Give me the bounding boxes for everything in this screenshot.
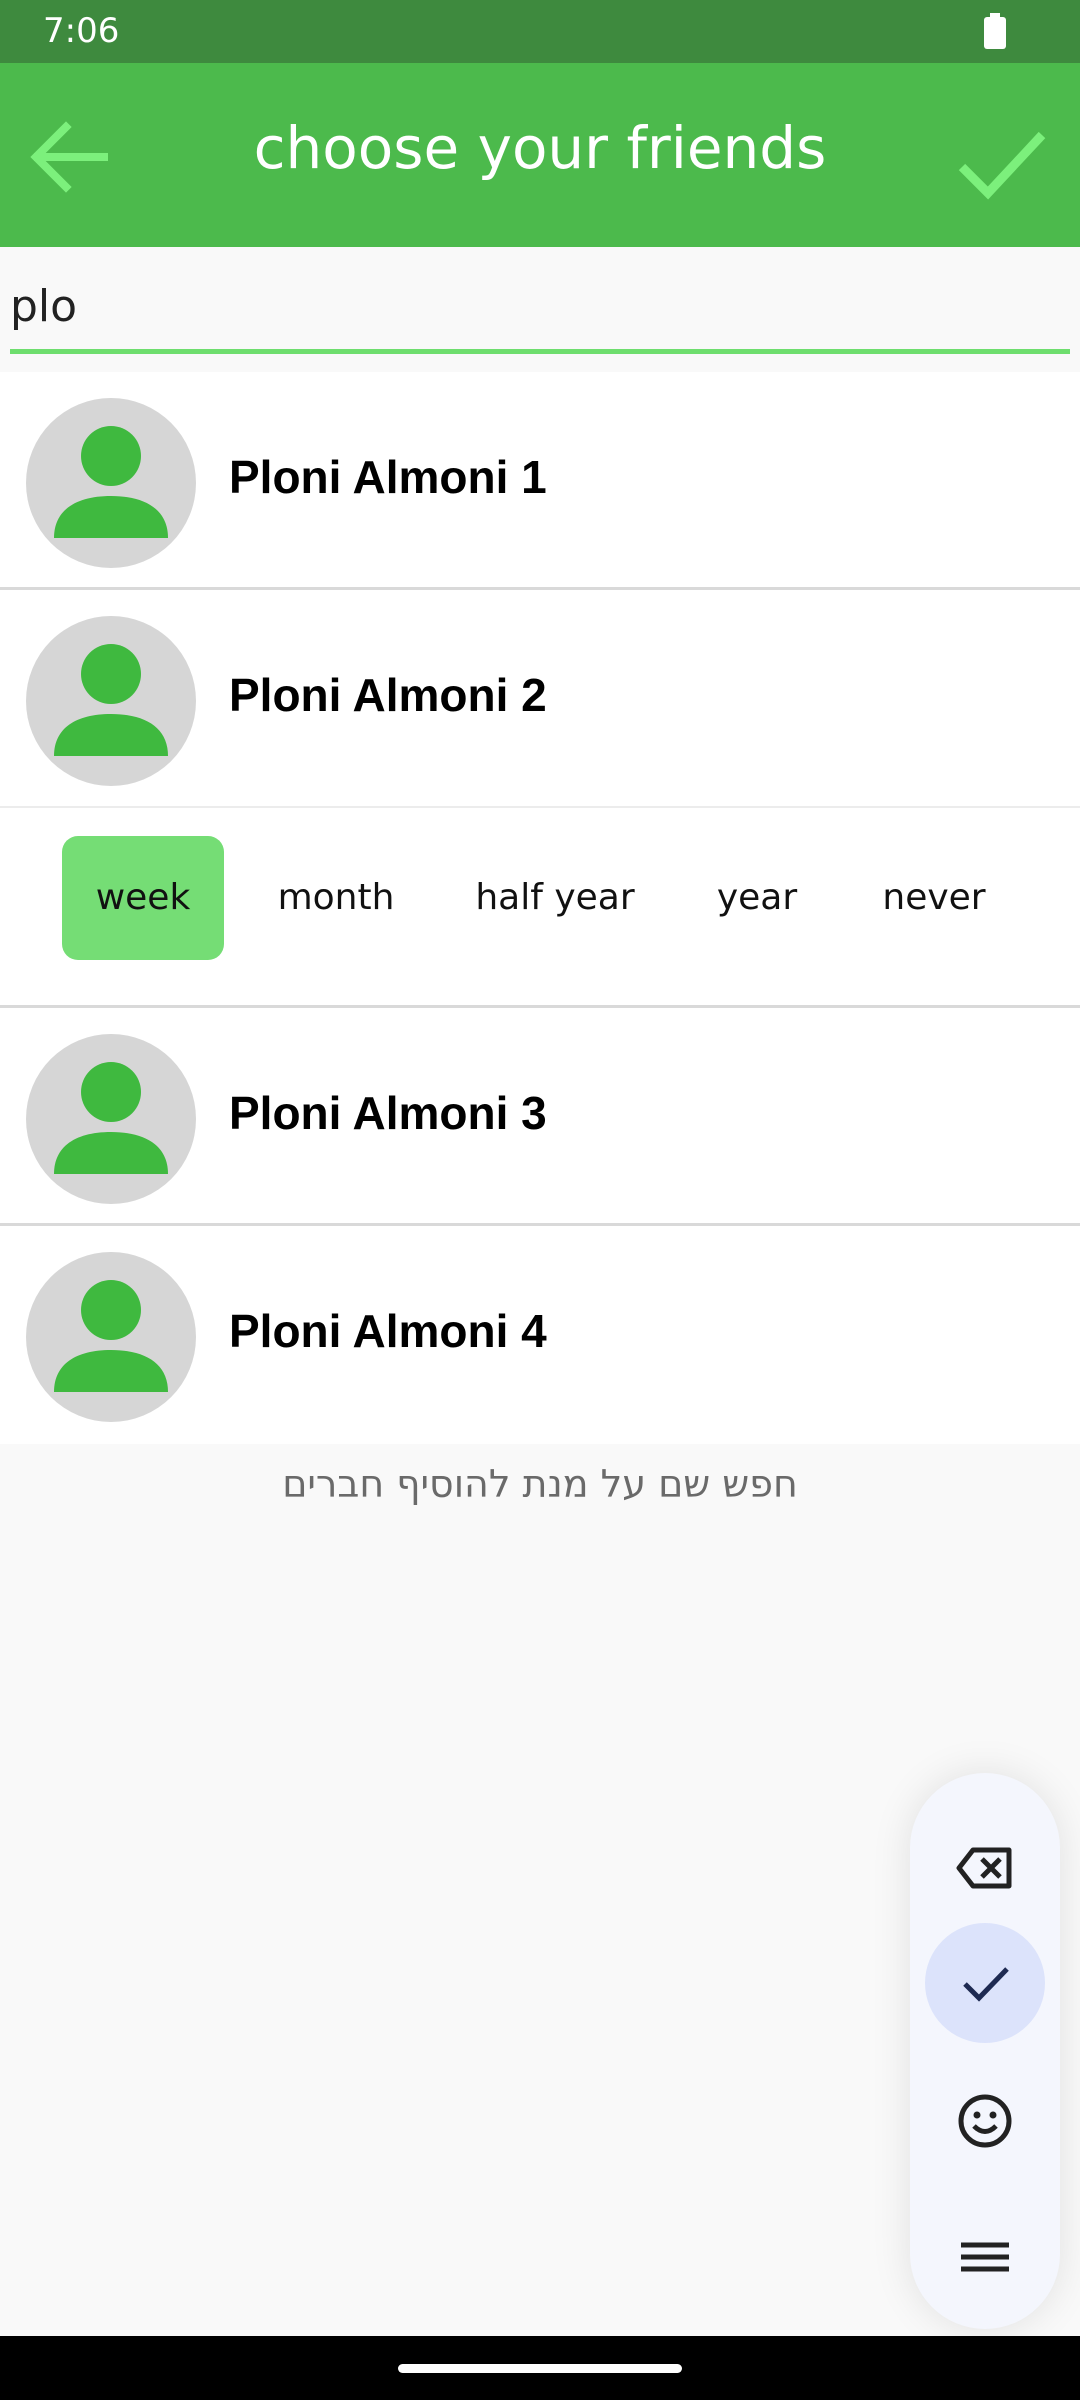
emoji-icon bbox=[958, 2094, 1012, 2148]
period-option-week[interactable]: week bbox=[62, 836, 224, 960]
search-area bbox=[0, 247, 1080, 371]
period-option-month[interactable]: month bbox=[262, 836, 410, 960]
home-handle[interactable] bbox=[398, 2364, 682, 2373]
confirm-button[interactable] bbox=[956, 123, 1048, 203]
list-item[interactable]: Ploni Almoni 4 bbox=[0, 1226, 1080, 1444]
keyboard-toolbar bbox=[910, 1773, 1060, 2329]
friend-list: Ploni Almoni 1 Ploni Almoni 2 week month… bbox=[0, 372, 1080, 1444]
friend-name: Ploni Almoni 4 bbox=[229, 1305, 547, 1357]
back-button[interactable] bbox=[26, 115, 110, 199]
list-item[interactable]: Ploni Almoni 3 bbox=[0, 1008, 1080, 1226]
arrow-left-icon bbox=[30, 121, 108, 193]
checkmark-icon bbox=[958, 131, 1046, 200]
search-underline bbox=[10, 349, 1070, 354]
friend-name: Ploni Almoni 1 bbox=[229, 451, 547, 503]
status-time: 7:06 bbox=[43, 11, 120, 51]
backspace-icon bbox=[956, 1847, 1012, 1889]
period-option-year[interactable]: year bbox=[700, 836, 814, 960]
menu-button[interactable] bbox=[925, 2197, 1045, 2317]
search-input[interactable] bbox=[10, 271, 1070, 341]
friend-name: Ploni Almoni 3 bbox=[229, 1087, 547, 1139]
check-icon bbox=[963, 1967, 1009, 2002]
page-title: choose your friends bbox=[253, 114, 827, 182]
period-option-half-year[interactable]: half year bbox=[462, 836, 648, 960]
period-option-never[interactable]: never bbox=[866, 836, 1002, 960]
list-item[interactable]: Ploni Almoni 2 bbox=[0, 590, 1080, 808]
backspace-button[interactable] bbox=[925, 1808, 1045, 1928]
keyboard-check-button[interactable] bbox=[925, 1923, 1045, 2043]
list-item[interactable]: Ploni Almoni 1 bbox=[0, 372, 1080, 590]
navigation-bar bbox=[0, 2336, 1080, 2400]
period-selector: week month half year year never bbox=[0, 808, 1080, 1008]
status-bar: 7:06 bbox=[0, 0, 1080, 63]
menu-icon bbox=[961, 2242, 1009, 2272]
person-avatar-icon bbox=[26, 1252, 196, 1422]
person-avatar-icon bbox=[26, 616, 196, 786]
emoji-button[interactable] bbox=[925, 2061, 1045, 2181]
battery-full-icon bbox=[982, 13, 1008, 53]
person-avatar-icon bbox=[26, 1034, 196, 1204]
person-avatar-icon bbox=[26, 398, 196, 568]
friend-name: Ploni Almoni 2 bbox=[229, 669, 547, 721]
app-bar: choose your friends bbox=[0, 63, 1080, 247]
search-hint: חפש שם על מנת להוסיף חברים bbox=[282, 1462, 798, 1506]
